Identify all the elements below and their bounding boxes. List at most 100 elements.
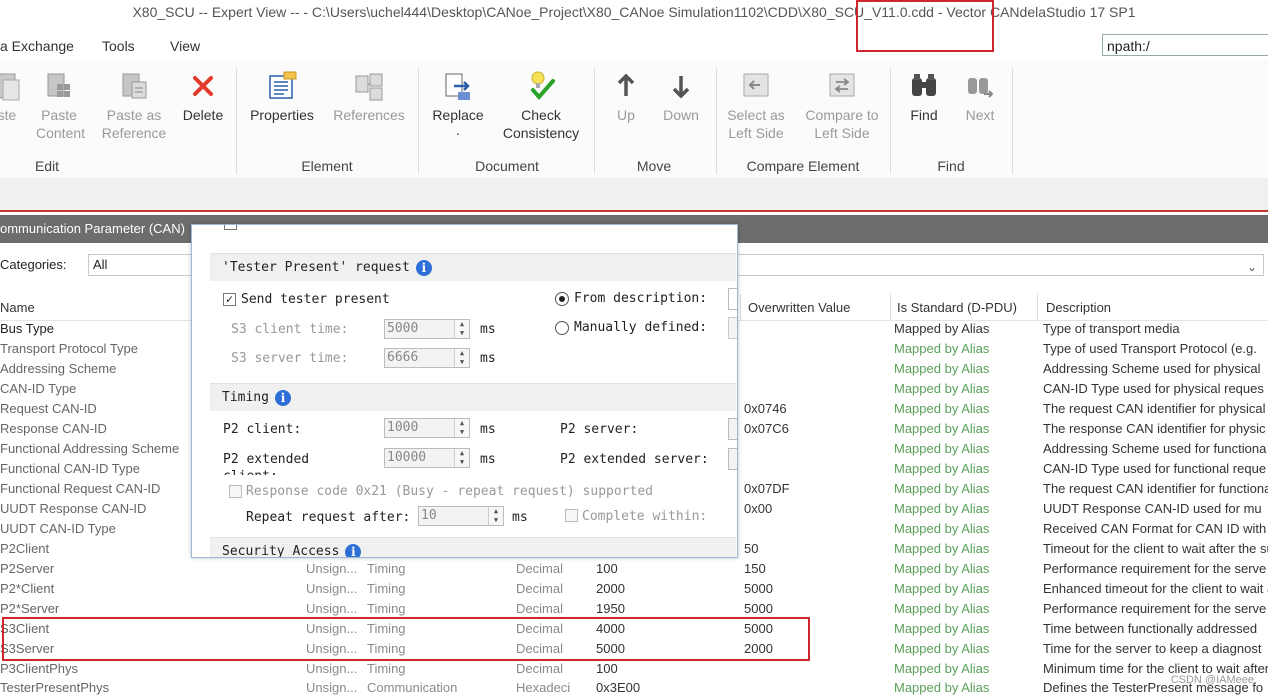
down-button[interactable]: Down [656, 70, 706, 124]
paste-button[interactable]: ste [0, 70, 24, 124]
menu-exchange[interactable]: a Exchange [0, 38, 74, 54]
complete-within-checkbox[interactable] [565, 509, 578, 522]
spinner-arrows-icon[interactable]: ▲ ▼ [488, 507, 503, 525]
spinner-arrows-icon[interactable]: ▲ ▼ [454, 349, 469, 367]
group-document-label: Document [475, 158, 539, 174]
p2-extended-spinner[interactable]: 10000 ▲ ▼ [384, 448, 470, 468]
info-icon[interactable]: i [274, 389, 291, 406]
watermark: CSDN @IAMeee [1170, 674, 1254, 686]
p2-client-spinner[interactable]: 1000 ▲ ▼ [384, 418, 470, 438]
find-button[interactable]: Find [902, 70, 946, 124]
s3-client-label: S3 client time: [231, 322, 349, 337]
cell-name: UUDT Response CAN-ID [0, 501, 147, 516]
cell-description: CAN-ID Type used for physical reques [1043, 381, 1264, 396]
delete-button[interactable]: Delete [178, 70, 228, 124]
spinner-arrows-icon[interactable]: ▲ ▼ [454, 449, 469, 467]
spinner-arrows-icon[interactable]: ▲ ▼ [454, 419, 469, 437]
p2-client-unit: ms [480, 422, 496, 437]
repeat-after-spinner[interactable]: 10 ▲ ▼ [418, 506, 504, 526]
cell-name: P2*Server [0, 601, 60, 616]
paste-label: ste [0, 107, 17, 123]
cell-description: Timeout for the client to wait after the… [1043, 541, 1268, 556]
from-description-radio[interactable] [555, 292, 569, 306]
delete-icon [193, 76, 213, 96]
p2-extended-value: 10000 [387, 450, 427, 465]
col-description-header[interactable]: Description [1046, 300, 1111, 315]
from-description-label[interactable]: From description: [574, 291, 707, 306]
chevron-down-icon[interactable]: ⌄ [1247, 257, 1257, 277]
table-row[interactable]: TesterPresentPhys Unsign... Communication H… [0, 679, 1268, 695]
select-left-button[interactable]: Select as Left Side [720, 70, 792, 142]
find-next-label: Next [965, 107, 995, 123]
arrow-down-icon [672, 76, 690, 99]
p2-server-field[interactable] [728, 418, 737, 440]
compare-left-button[interactable]: Compare to Left Side [800, 70, 884, 142]
timing-popup: 'Tester Present' request i ✓ Send tester … [191, 224, 738, 558]
ribbon-separator [890, 68, 891, 174]
column-divider[interactable] [740, 294, 741, 320]
repeat-after-label: Repeat request after: [246, 510, 411, 525]
col-overwritten-header[interactable]: Overwritten Value [748, 300, 850, 315]
properties-button[interactable]: Properties [244, 70, 320, 124]
find-next-button[interactable]: Next [958, 70, 1002, 124]
send-tester-present-label[interactable]: Send tester present [241, 292, 390, 307]
table-row[interactable]: P2Server Unsign... Timing Decimal 100 150 Mapp… [0, 560, 1268, 580]
col-name-header[interactable]: Name [0, 300, 35, 315]
properties-icon [269, 71, 297, 99]
cell-description: Received CAN Format for CAN ID with [1043, 521, 1267, 536]
check-consistency-icon [531, 71, 555, 101]
info-icon[interactable]: i [345, 543, 362, 557]
cell-description: Performance requirement for the serve [1043, 601, 1267, 616]
table-row[interactable]: P3ClientPhys Unsign... Timing Decimal 100 Map… [0, 660, 1268, 680]
manually-defined-field[interactable] [728, 317, 737, 339]
cell-standard: Mapped by Alias [894, 421, 990, 436]
spinner-arrows-icon[interactable]: ▲ ▼ [454, 320, 469, 338]
table-row[interactable]: P2*Client Unsign... Timing Decimal 2000 5000 M… [0, 580, 1268, 600]
column-divider[interactable] [890, 294, 891, 320]
manually-defined-label[interactable]: Manually defined: [574, 320, 707, 335]
compare-left-label: Compare to Left Side [805, 107, 879, 141]
col-standard-header[interactable]: Is Standard (D-PDU) [897, 300, 1017, 315]
p2-client-value: 1000 [387, 420, 419, 435]
npath-input[interactable]: npath:/ [1102, 34, 1268, 56]
cell-standard: Mapped by Alias [894, 541, 990, 556]
ribbon-separator [594, 68, 595, 174]
info-icon[interactable]: i [415, 259, 432, 276]
ribbon-separator [716, 68, 717, 174]
response-code-checkbox[interactable] [229, 485, 242, 498]
timing-section: Timing i [210, 383, 736, 411]
p2-extended-label: P2 extended client: [223, 452, 310, 475]
p2-extended-server-field[interactable] [728, 448, 737, 470]
column-divider[interactable] [1037, 294, 1038, 320]
cell-category: Communication [367, 680, 458, 695]
down-label: Down [663, 107, 699, 123]
s3-client-spinner[interactable]: 5000 ▲ ▼ [384, 319, 470, 339]
cell-description: CAN-ID Type used for functional reque [1043, 461, 1267, 476]
ribbon-strip [0, 178, 1268, 212]
send-tester-present-checkbox[interactable]: ✓ [223, 293, 236, 306]
p2-server-label: P2 server: [560, 422, 639, 437]
s3-server-spinner[interactable]: 6666 ▲ ▼ [384, 348, 470, 368]
cell-overwritten: 150 [744, 561, 766, 576]
menu-tools[interactable]: Tools [102, 38, 135, 54]
menu-view[interactable]: View [170, 38, 200, 54]
complete-within-label[interactable]: Complete within: [582, 509, 707, 524]
cell-standard: Mapped by Alias [894, 561, 990, 576]
replace-button[interactable]: Replace · [426, 70, 490, 142]
cell-standard: Mapped by Alias [894, 621, 990, 636]
group-element-label: Element [301, 158, 353, 174]
red-divider [0, 210, 1268, 212]
paste-reference-button[interactable]: Paste as Reference [96, 70, 172, 142]
group-edit-label: Edit [34, 158, 60, 174]
up-button[interactable]: Up [606, 70, 646, 124]
response-code-label[interactable]: Response code 0x21 (Busy - repeat reques… [246, 484, 653, 499]
manually-defined-radio[interactable] [555, 321, 569, 335]
cell-overwritten: 50 [744, 541, 759, 556]
check-consistency-button[interactable]: Check Consistency [496, 70, 586, 142]
cell-standard: Mapped by Alias [894, 661, 990, 676]
references-button[interactable]: References [328, 70, 410, 124]
from-description-field[interactable] [728, 288, 737, 310]
paste-content-button[interactable]: Paste Content [36, 70, 85, 142]
cell-standard: Mapped by Alias [894, 381, 990, 396]
cell-standard: Mapped by Alias [894, 641, 990, 656]
